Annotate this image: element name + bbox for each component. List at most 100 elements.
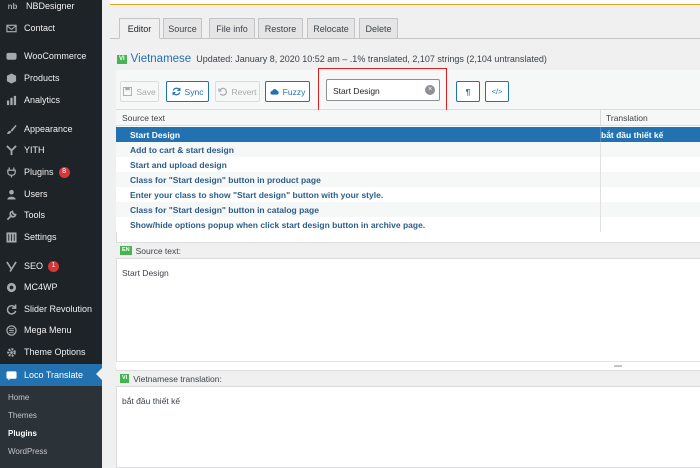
tab-file-info[interactable]: File info: [209, 18, 255, 39]
cell-divider: [600, 217, 601, 232]
column-divider: [600, 110, 601, 126]
menu-label: Slider Revolution: [24, 304, 93, 314]
menu-label: Mega Menu: [24, 325, 72, 335]
menu-plugins[interactable]: Plugins 8: [0, 162, 102, 182]
menu-users[interactable]: Users: [0, 184, 102, 204]
panel-resize-handle[interactable]: [116, 361, 700, 369]
language-tag: VI: [117, 54, 127, 64]
language-name-link[interactable]: Vietnamese: [131, 53, 192, 65]
column-source-header[interactable]: Source text: [122, 113, 165, 123]
table-row[interactable]: Class for "Start design" button in produ…: [116, 172, 700, 187]
cell-divider: [600, 157, 601, 172]
pilcrow-button[interactable]: ¶: [456, 81, 480, 102]
table-row[interactable]: Add to cart & start design: [116, 142, 700, 157]
row-source-text: Start and upload design: [130, 160, 227, 170]
cell-divider: [600, 172, 601, 187]
save-button[interactable]: Save: [120, 81, 159, 102]
menu-yith[interactable]: YITH: [0, 140, 102, 160]
plug-icon: [6, 166, 17, 178]
menu-label: WooCommerce: [24, 51, 87, 61]
table-row[interactable]: Start Design bắt đầu thiết kế: [116, 127, 700, 142]
revert-label: Revert: [231, 86, 257, 97]
user-icon: [6, 189, 17, 200]
tab-restore[interactable]: Restore: [258, 18, 303, 39]
menu-label: NBDesigner: [26, 1, 75, 11]
tab-relocate[interactable]: Relocate: [307, 18, 355, 39]
sync-icon: [172, 87, 181, 96]
menu-label: Users: [24, 189, 48, 199]
table-row[interactable]: Start and upload design: [116, 157, 700, 172]
submenu-home[interactable]: Home: [8, 393, 29, 402]
translation-textarea[interactable]: bắt đầu thiết kế: [122, 396, 180, 406]
menu-loco-translate[interactable]: Loco Translate: [0, 364, 102, 386]
source-text-label: Source text:: [135, 245, 181, 256]
fuzzy-button[interactable]: Fuzzy: [265, 81, 310, 102]
source-text-panel-header: EN Source text:: [116, 242, 700, 259]
menu-mc4wp[interactable]: MC4WP: [0, 277, 102, 297]
tab-editor[interactable]: Editor: [119, 18, 160, 39]
sync-button[interactable]: Sync: [166, 81, 209, 102]
row-source-text: Add to cart & start design: [130, 145, 234, 155]
refresh-icon: [6, 303, 17, 315]
nb-logo-icon: nb: [7, 1, 18, 11]
cell-divider: [600, 187, 601, 202]
menu-label: SEO: [24, 261, 44, 271]
menu-theme-options[interactable]: Theme Options: [0, 342, 102, 362]
active-indicator: [96, 368, 102, 380]
source-text-content: Start Design: [122, 268, 169, 278]
menu-nbdesigner[interactable]: nb NBDesigner: [0, 0, 102, 16]
row-source-text: Start Design: [130, 130, 181, 140]
submenu-wordpress[interactable]: WordPress: [8, 447, 47, 456]
row-source-text: Enter your class to show "Start design" …: [130, 190, 384, 200]
table-row[interactable]: Class for "Start design" button in catal…: [116, 202, 700, 217]
menu-label: Appearance: [24, 124, 73, 134]
menu-label: Products: [24, 73, 60, 83]
locale-status: Updated: January 8, 2020 10:52 am – .1% …: [196, 54, 547, 64]
yith-icon: [6, 144, 17, 156]
tab-source[interactable]: Source: [163, 18, 202, 39]
strings-grid-header: Source text Translation: [116, 110, 700, 126]
revert-button[interactable]: Revert: [215, 81, 260, 102]
source-language-tag: EN: [120, 246, 132, 255]
menu-appearance[interactable]: Appearance: [0, 119, 102, 139]
menu-contact[interactable]: Contact: [0, 18, 102, 38]
menu-mega-menu[interactable]: Mega Menu: [0, 320, 102, 340]
paintbrush-icon: [6, 124, 17, 135]
menu-products[interactable]: Products: [0, 68, 102, 88]
menu-label: Settings: [24, 232, 57, 242]
menu-label: YITH: [24, 145, 45, 155]
tab-delete[interactable]: Delete: [359, 18, 398, 39]
notification-badge: 1: [48, 260, 60, 272]
envelope-icon: [6, 23, 17, 34]
update-count-badge: 8: [58, 166, 70, 178]
sync-label: Sync: [184, 86, 204, 97]
save-label: Save: [136, 86, 156, 97]
menu-label: Loco Translate: [24, 370, 84, 380]
submenu-plugins[interactable]: Plugins: [8, 429, 37, 438]
wrench-icon: [6, 209, 17, 221]
save-icon: [123, 87, 133, 96]
megamenu-icon: [6, 324, 17, 336]
loco-icon: [6, 370, 17, 381]
fuzzy-label: Fuzzy: [282, 86, 306, 97]
menu-woocommerce[interactable]: WooCommerce: [0, 46, 102, 66]
menu-slider-revolution[interactable]: Slider Revolution: [0, 299, 102, 319]
menu-settings[interactable]: Settings: [0, 227, 102, 247]
menu-tools[interactable]: Tools: [0, 205, 102, 225]
menu-seo[interactable]: SEO 1: [0, 256, 102, 276]
translation-panel-header: VI Vietnamese translation:: [116, 370, 700, 387]
notice-bar: [110, 0, 700, 5]
menu-label: MC4WP: [24, 282, 58, 292]
row-source-text: Class for "Start design" button in catal…: [130, 205, 319, 215]
cell-divider: [600, 142, 601, 157]
submenu-themes[interactable]: Themes: [8, 411, 37, 420]
code-view-button[interactable]: </>: [485, 81, 509, 102]
loco-submenu: Home Themes Plugins WordPress: [0, 386, 102, 468]
column-translation-header[interactable]: Translation: [606, 113, 648, 123]
gear-icon: [6, 347, 17, 358]
table-row[interactable]: Enter your class to show "Start design" …: [116, 187, 700, 202]
menu-label: Plugins: [24, 167, 54, 177]
annotation-highlight: [318, 68, 447, 116]
table-row[interactable]: Show/hide options popup when click start…: [116, 217, 700, 232]
menu-analytics[interactable]: Analytics: [0, 90, 102, 110]
